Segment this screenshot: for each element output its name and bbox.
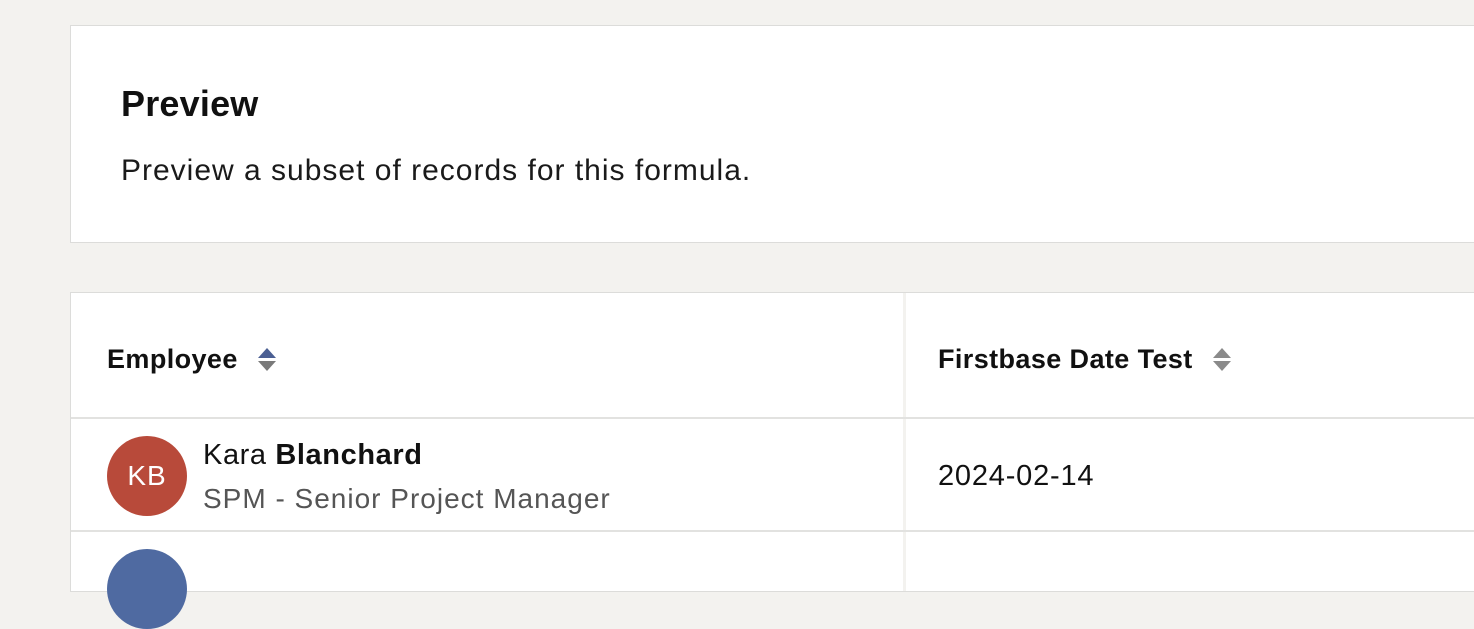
preview-table: Employee Firstbase Date Test KB Kara Bla…	[70, 292, 1474, 629]
column-header-label: Employee	[107, 343, 238, 374]
sort-icon[interactable]	[1212, 347, 1231, 371]
column-header-firstbase-date-test[interactable]: Firstbase Date Test	[938, 339, 1231, 379]
sort-icon[interactable]	[257, 347, 276, 371]
employee-name: Kara Blanchard	[203, 436, 423, 474]
avatar: KB	[107, 436, 187, 516]
table-row[interactable]: KB Kara Blanchard SPM - Senior Project M…	[71, 419, 1474, 532]
firstbase-date-cell: 2024-02-14	[938, 460, 1095, 492]
column-header-employee[interactable]: Employee	[107, 339, 276, 379]
employee-role: SPM - Senior Project Manager	[203, 483, 611, 514]
avatar	[107, 549, 187, 629]
employee-last-name: Blanchard	[275, 439, 423, 471]
column-header-label: Firstbase Date Test	[938, 343, 1193, 374]
table-header: Employee Firstbase Date Test	[71, 293, 1474, 419]
preview-title: Preview	[121, 83, 259, 124]
employee-first-name: Kara	[203, 439, 267, 471]
preview-description: Preview a subset of records for this for…	[121, 154, 752, 187]
preview-card: Preview Preview a subset of records for …	[70, 25, 1474, 243]
table-row[interactable]	[71, 534, 1474, 629]
